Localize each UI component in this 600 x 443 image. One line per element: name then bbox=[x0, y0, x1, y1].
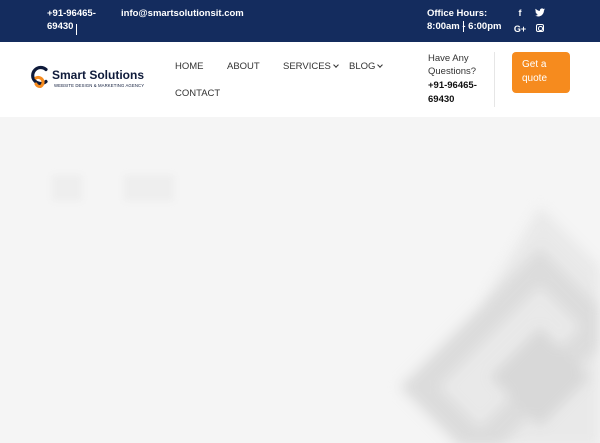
brand-tagline: WEBSITE DESIGN & MARKETING AGENCY bbox=[54, 83, 145, 88]
logo-mark-icon bbox=[31, 65, 48, 88]
get-quote-button[interactable]: Get a quote bbox=[512, 52, 570, 93]
facebook-icon[interactable]: f bbox=[514, 8, 526, 18]
nav-home[interactable]: HOME bbox=[175, 61, 204, 72]
header-phone-link[interactable]: +91-96465-69430 bbox=[428, 79, 488, 107]
twitter-icon-glyph bbox=[535, 8, 545, 17]
hero-section bbox=[0, 117, 600, 443]
chevron-down-icon bbox=[377, 62, 384, 68]
office-hours-separator bbox=[463, 21, 464, 32]
top-phone-separator bbox=[76, 24, 77, 35]
google-plus-icon[interactable]: G+ bbox=[513, 24, 527, 34]
instagram-icon-glyph bbox=[536, 24, 544, 32]
nav-services[interactable]: SERVICES bbox=[283, 61, 339, 72]
nav-contact[interactable]: CONTACT bbox=[175, 88, 220, 99]
nav-blog-label: BLOG bbox=[349, 61, 376, 72]
hero-blurred-block bbox=[52, 175, 82, 201]
hero-blurred-block bbox=[124, 175, 174, 201]
main-header: Smart Solutions WEBSITE DESIGN & MARKETI… bbox=[0, 42, 600, 117]
nav-about[interactable]: ABOUT bbox=[227, 61, 260, 72]
top-bar: +91-96465-69430 info@smartsolutionsit.co… bbox=[0, 0, 600, 42]
hero-decorative-shape bbox=[400, 207, 600, 443]
brand-name: Smart Solutions bbox=[52, 68, 145, 82]
top-email-link[interactable]: info@smartsolutionsit.com bbox=[121, 7, 244, 20]
office-hours: Office Hours: 8:00am - 6:00pm bbox=[427, 7, 513, 33]
nav-blog[interactable]: BLOG bbox=[349, 61, 384, 72]
twitter-icon[interactable] bbox=[534, 8, 546, 19]
questions-label: Have Any Questions? bbox=[428, 53, 477, 77]
nav-services-label: SERVICES bbox=[283, 61, 331, 72]
top-phone-text: +91-96465-69430 bbox=[47, 8, 96, 32]
office-hours-text: Office Hours: 8:00am - 6:00pm bbox=[427, 8, 502, 32]
chevron-down-icon bbox=[333, 62, 339, 68]
header-divider bbox=[494, 52, 495, 107]
instagram-icon[interactable] bbox=[534, 24, 546, 34]
brand-logo[interactable]: Smart Solutions WEBSITE DESIGN & MARKETI… bbox=[30, 65, 150, 93]
top-phone[interactable]: +91-96465-69430 bbox=[47, 7, 99, 35]
